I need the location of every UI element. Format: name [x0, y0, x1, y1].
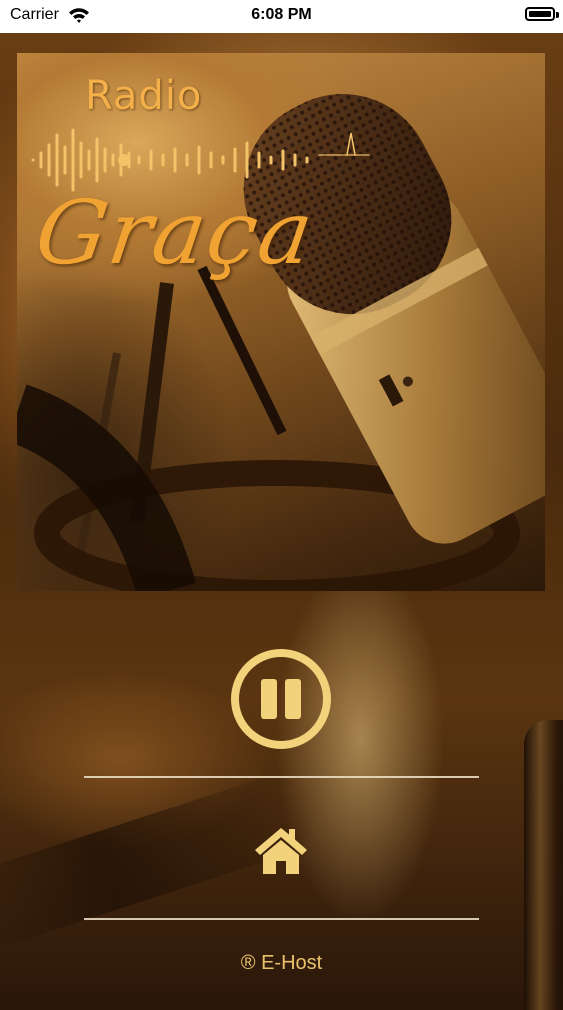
home-icon: [255, 828, 307, 874]
status-bar: Carrier 6:08 PM: [0, 0, 563, 33]
pause-icon: [231, 649, 331, 749]
home-button[interactable]: [251, 824, 311, 876]
divider-bottom: [84, 918, 479, 920]
artwork-title-graca: Graça: [29, 181, 321, 284]
battery-cap: [556, 12, 559, 18]
battery-icon: [525, 7, 555, 21]
footer-credit: ® E-Host: [240, 952, 323, 974]
pause-button[interactable]: [229, 647, 333, 751]
divider-top: [84, 776, 479, 778]
artwork-title-radio: Radio: [85, 73, 203, 119]
station-artwork: Radio Graça: [17, 53, 545, 591]
clock: 6:08 PM: [251, 6, 312, 23]
